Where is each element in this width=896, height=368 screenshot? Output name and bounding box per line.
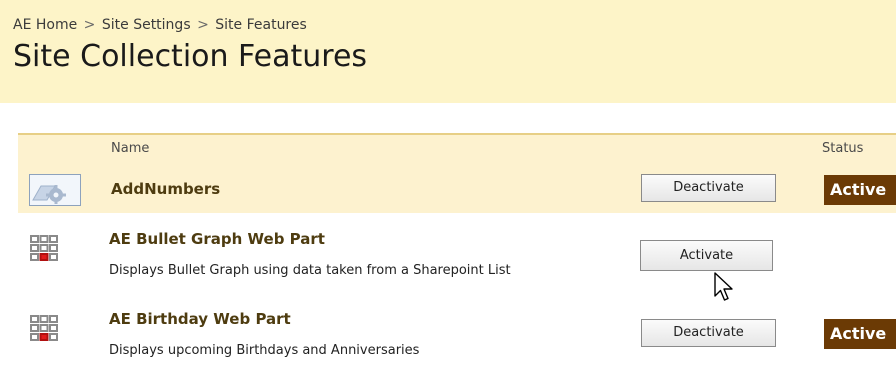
feature-description: Displays upcoming Birthdays and Annivers…: [109, 343, 420, 358]
feature-gear-icon: [29, 174, 81, 206]
breadcrumb-item-site-settings[interactable]: Site Settings: [102, 17, 191, 33]
breadcrumb-item-home[interactable]: AE Home: [13, 17, 77, 33]
feature-description: Displays Bullet Graph using data taken f…: [109, 263, 511, 278]
status-badge: Active: [824, 175, 896, 205]
page-title: Site Collection Features: [13, 39, 368, 74]
breadcrumb: AE Home > Site Settings > Site Features: [13, 17, 307, 33]
page-header: AE Home > Site Settings > Site Features …: [0, 0, 896, 103]
web-part-grid-icon: [30, 315, 58, 341]
deactivate-button[interactable]: Deactivate: [641, 174, 776, 202]
status-badge: Active: [824, 319, 896, 349]
activate-button[interactable]: Activate: [640, 240, 773, 271]
column-header-name: Name: [111, 141, 150, 156]
mouse-pointer-icon: [714, 272, 733, 301]
feature-title: AE Bullet Graph Web Part: [109, 230, 325, 248]
web-part-grid-icon: [30, 235, 58, 261]
breadcrumb-separator: >: [197, 17, 209, 33]
feature-title: AE Birthday Web Part: [109, 310, 291, 328]
column-header-row: [18, 135, 896, 163]
breadcrumb-separator: >: [83, 17, 96, 33]
feature-title: AddNumbers: [111, 180, 221, 198]
deactivate-button[interactable]: Deactivate: [641, 319, 776, 347]
breadcrumb-item-site-features: Site Features: [215, 17, 307, 33]
column-header-status: Status: [822, 141, 864, 156]
